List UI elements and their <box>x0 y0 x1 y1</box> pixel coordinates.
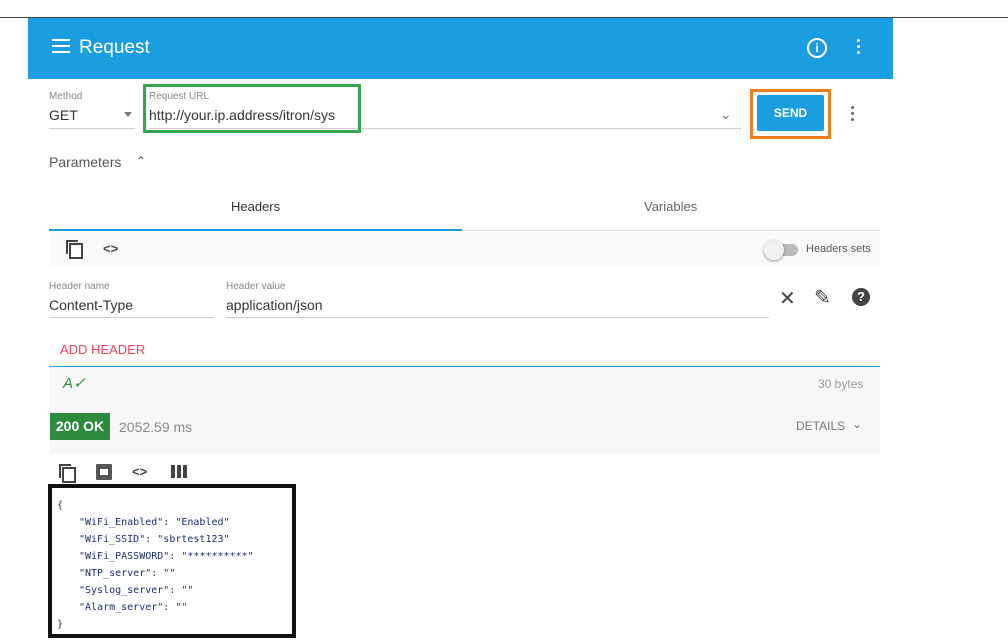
json-close-brace: } <box>57 619 64 630</box>
json-row: "WiFi_SSID": "sbrtest123" <box>79 534 230 545</box>
json-value: "Enabled" <box>175 517 230 528</box>
json-value: "sbrtest123" <box>157 534 230 545</box>
response-body: { "WiFi_Enabled": "Enabled" "WiFi_SSID": … <box>48 484 296 638</box>
json-row: "NTP_server": "" <box>79 568 176 579</box>
spellcheck-icon[interactable]: A✓ <box>63 374 86 392</box>
tab-divider <box>462 230 880 231</box>
active-tab-indicator <box>49 229 462 231</box>
code-view-icon[interactable]: <> <box>103 241 118 256</box>
app-title: Request <box>79 37 150 58</box>
save-response-icon[interactable] <box>96 464 112 480</box>
table-view-icon[interactable] <box>171 465 187 478</box>
code-view-icon[interactable]: <> <box>132 464 147 479</box>
json-key: "Alarm_server" <box>79 602 164 613</box>
json-key: "WiFi_Enabled" <box>79 517 164 528</box>
json-key: "WiFi_PASSWORD" <box>79 551 170 562</box>
status-badge: 200 OK <box>50 413 110 440</box>
method-underline <box>49 128 135 129</box>
header-name-label: Header name <box>49 281 110 292</box>
toggle-knob <box>764 240 784 260</box>
more-options-icon[interactable] <box>857 39 861 57</box>
copy-headers-icon[interactable] <box>66 240 83 259</box>
response-size: 30 bytes <box>818 377 864 391</box>
hamburger-menu-icon[interactable] <box>52 39 70 53</box>
parameters-toggle[interactable]: Parameters <box>49 154 121 170</box>
url-history-chevron-icon[interactable]: ⌄ <box>720 106 732 123</box>
copy-response-icon[interactable] <box>59 464 76 483</box>
json-value: "" <box>163 568 176 579</box>
tab-variables[interactable]: Variables <box>644 199 697 214</box>
help-icon[interactable]: ? <box>852 288 870 306</box>
json-open-brace: { <box>57 500 64 511</box>
chevron-up-icon[interactable]: ⌃ <box>136 154 146 168</box>
header-value-label: Header value <box>226 281 286 292</box>
json-value: "**********" <box>181 551 254 562</box>
json-value: "" <box>181 585 194 596</box>
response-time: 2052.59 ms <box>119 419 193 435</box>
details-toggle[interactable]: DETAILS <box>796 419 845 433</box>
header-name-underline <box>49 317 214 318</box>
response-header-area <box>49 367 880 453</box>
headers-sets-label: Headers sets <box>806 243 871 255</box>
header-value-underline <box>226 317 769 318</box>
header-name-input[interactable]: Content-Type <box>49 297 133 313</box>
json-key: "WiFi_SSID" <box>79 534 146 545</box>
add-header-button[interactable]: ADD HEADER <box>60 342 145 357</box>
json-key: "Syslog_server" <box>79 585 170 596</box>
json-row: "Alarm_server": "" <box>79 602 188 613</box>
close-icon[interactable]: ✕ <box>779 286 796 311</box>
headers-toolbar <box>49 232 880 266</box>
json-row: "WiFi_Enabled": "Enabled" <box>79 517 230 528</box>
header-value-input[interactable]: application/json <box>226 297 323 313</box>
json-row: "WiFi_PASSWORD": "**********" <box>79 551 254 562</box>
pencil-icon[interactable]: ✎ <box>814 285 831 310</box>
request-more-icon[interactable] <box>851 106 855 124</box>
method-dropdown-arrow-icon[interactable] <box>124 112 132 117</box>
json-key: "NTP_server" <box>79 568 152 579</box>
app-bar: Request i <box>28 18 893 79</box>
method-select[interactable]: GET <box>49 107 78 123</box>
method-label: Method <box>49 91 83 102</box>
tab-headers[interactable]: Headers <box>231 199 280 214</box>
json-row: "Syslog_server": "" <box>79 585 194 596</box>
send-button[interactable]: SEND <box>757 95 824 131</box>
json-value: "" <box>175 602 188 613</box>
info-icon[interactable]: i <box>807 38 827 58</box>
url-highlight-box <box>143 84 361 133</box>
chevron-down-icon[interactable]: ⌄ <box>852 417 862 431</box>
